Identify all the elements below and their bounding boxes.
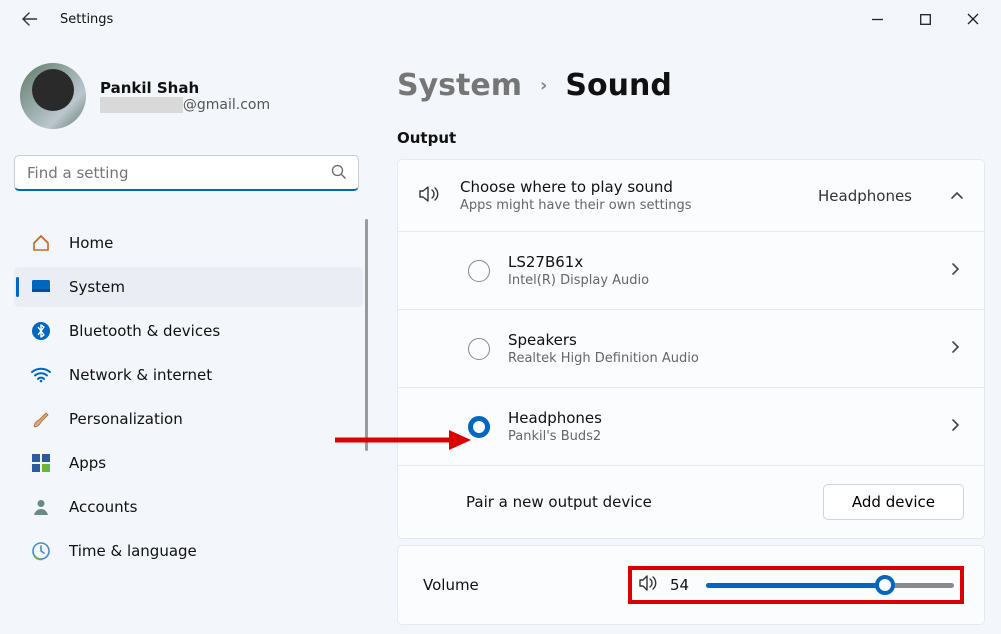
radio-checked[interactable] [468,416,490,438]
home-icon [31,233,51,253]
volume-label: Volume [423,576,628,594]
sidebar-item-label: Home [69,234,113,252]
profile-name: Pankil Shah [100,79,270,97]
minimize-button[interactable] [853,0,901,38]
device-sub: Realtek High Definition Audio [508,351,932,366]
volume-card: Volume 54 [397,545,985,625]
window-controls [853,0,997,38]
breadcrumb-parent[interactable]: System [397,68,522,103]
sidebar-item-time[interactable]: Time & language [14,531,363,571]
system-icon [31,277,51,297]
sidebar-item-system[interactable]: System [14,267,363,307]
titlebar: Settings [0,0,1001,38]
sidebar-item-label: Apps [69,454,106,472]
brush-icon [31,409,51,429]
profile-block[interactable]: Pankil Shah xxxxxxxxxx@gmail.com [20,63,375,129]
output-chooser-card: Choose where to play sound Apps might ha… [397,159,985,539]
nav-list: Home System Bluetooth & devices Network … [14,219,375,575]
back-button[interactable] [18,7,42,31]
maximize-button[interactable] [901,0,949,38]
device-name: Headphones [508,409,932,427]
minimize-icon [872,14,883,25]
sidebar-item-label: Time & language [69,542,197,560]
chooser-value: Headphones [818,187,912,205]
device-item-speakers[interactable]: Speakers Realtek High Definition Audio [398,310,984,388]
chevron-right-icon: › [540,75,547,96]
avatar [20,63,86,129]
sidebar-item-apps[interactable]: Apps [14,443,363,483]
output-section-title: Output [397,129,985,147]
sidebar-item-label: Accounts [69,498,137,516]
device-sub: Intel(R) Display Audio [508,273,932,288]
device-item-ls27b61x[interactable]: LS27B61x Intel(R) Display Audio [398,232,984,310]
chooser-title: Choose where to play sound [460,178,798,196]
volume-slider[interactable] [706,583,954,588]
device-name: LS27B61x [508,253,932,271]
sidebar-item-label: Personalization [69,410,183,428]
person-icon [31,497,51,517]
bluetooth-icon [31,321,51,341]
device-list: LS27B61x Intel(R) Display Audio Speakers… [398,231,984,465]
wifi-icon [31,365,51,385]
profile-email: xxxxxxxxxx@gmail.com [100,97,270,113]
close-button[interactable] [949,0,997,38]
sidebar-item-accounts[interactable]: Accounts [14,487,363,527]
search-icon [331,164,347,180]
device-name: Speakers [508,331,932,349]
device-item-headphones[interactable]: Headphones Pankil's Buds2 [398,388,984,465]
breadcrumb: System › Sound [397,68,985,103]
sidebar-item-home[interactable]: Home [14,223,363,263]
sidebar-item-bluetooth[interactable]: Bluetooth & devices [14,311,363,351]
app-title: Settings [60,12,113,27]
main-content: System › Sound Output Choose where to pl… [375,38,1001,634]
speaker-icon [418,184,440,208]
volume-value: 54 [670,576,694,594]
sidebar-item-label: Bluetooth & devices [69,322,220,340]
nav-scrollbar[interactable] [365,219,368,451]
search-wrap [14,155,359,191]
chooser-sub: Apps might have their own settings [460,198,798,213]
output-chooser-header[interactable]: Choose where to play sound Apps might ha… [398,160,984,231]
breadcrumb-current: Sound [565,68,671,103]
radio-unchecked[interactable] [468,260,490,282]
apps-icon [31,453,51,473]
pair-row: Pair a new output device Add device [398,465,984,538]
clock-icon [31,541,51,561]
close-icon [967,13,979,25]
chevron-right-icon [950,417,960,436]
sidebar: Pankil Shah xxxxxxxxxx@gmail.com Home Sy… [0,38,375,634]
sidebar-item-label: System [69,278,125,296]
chevron-right-icon [950,339,960,358]
search-input[interactable] [14,155,359,191]
add-device-button[interactable]: Add device [823,484,964,520]
pair-label: Pair a new output device [466,493,652,511]
sidebar-item-network[interactable]: Network & internet [14,355,363,395]
arrow-left-icon [22,11,38,27]
device-sub: Pankil's Buds2 [508,429,932,444]
sidebar-item-label: Network & internet [69,366,212,384]
volume-icon[interactable] [638,574,658,596]
radio-unchecked[interactable] [468,338,490,360]
slider-fill [706,583,885,588]
volume-control-highlighted: 54 [628,566,964,604]
chevron-right-icon [950,261,960,280]
maximize-icon [920,14,931,25]
chevron-up-icon [950,186,964,205]
slider-thumb[interactable] [875,575,895,595]
sidebar-item-personalization[interactable]: Personalization [14,399,363,439]
